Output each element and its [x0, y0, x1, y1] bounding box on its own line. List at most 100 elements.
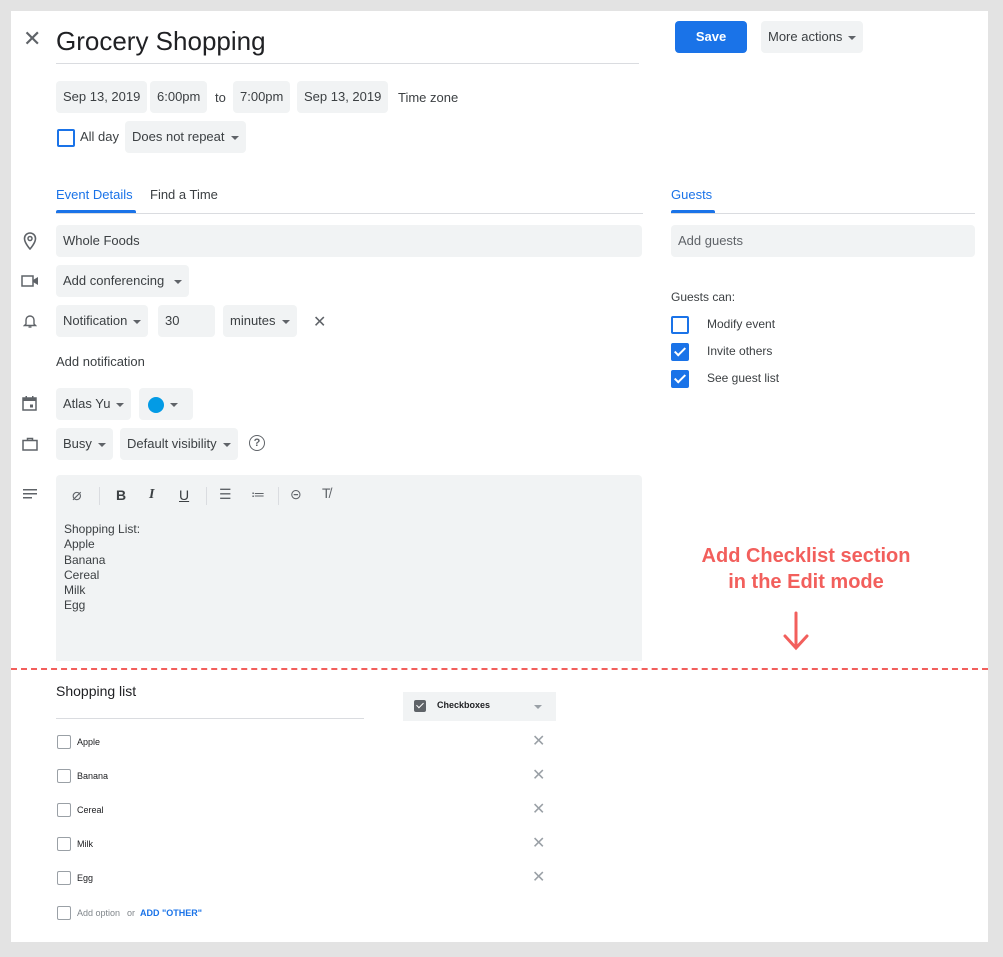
underline-icon[interactable]: U — [179, 487, 189, 503]
checklist-item-checkbox[interactable] — [57, 837, 71, 851]
notification-amount-input[interactable]: 30 — [158, 305, 215, 337]
color-swatch — [148, 396, 164, 413]
chevron-down-icon — [170, 402, 178, 407]
add-guests-input[interactable]: Add guests — [671, 225, 975, 257]
chevron-down-icon — [222, 442, 231, 447]
see-guest-list-checkbox[interactable] — [671, 370, 689, 388]
checklist-item-label[interactable]: Milk — [77, 839, 93, 849]
chevron-down-icon — [133, 319, 142, 324]
availability-dropdown[interactable]: Busy — [56, 428, 113, 460]
guests-divider — [671, 213, 975, 214]
to-label: to — [215, 90, 226, 105]
tab-find-a-time[interactable]: Find a Time — [150, 187, 218, 202]
location-pin-icon — [23, 232, 37, 250]
end-time-button[interactable]: 7:00pm — [233, 81, 291, 113]
save-label: Save — [695, 29, 727, 44]
invite-others-checkbox[interactable] — [671, 343, 689, 361]
checklist-item-label[interactable]: Egg — [77, 873, 93, 883]
end-date-button[interactable]: Sep 13, 2019 — [297, 81, 389, 113]
bold-icon[interactable]: B — [116, 487, 126, 503]
question-type-dropdown[interactable]: Checkboxes — [403, 692, 556, 721]
checklist-item-checkbox[interactable] — [57, 735, 71, 749]
checklist-item-label[interactable]: Banana — [77, 771, 108, 781]
attachment-icon[interactable]: ⌀ — [72, 485, 82, 505]
checklist-item-label[interactable]: Apple — [77, 737, 100, 747]
tab-guests[interactable]: Guests — [671, 187, 712, 202]
chevron-down-icon — [534, 705, 542, 709]
toolbar-divider — [206, 487, 207, 505]
italic-icon[interactable]: I — [149, 487, 154, 503]
toolbar-divider — [278, 487, 279, 505]
remove-notification-icon[interactable]: ✕ — [313, 312, 326, 332]
tab-event-details[interactable]: Event Details — [56, 187, 133, 202]
all-day-checkbox[interactable] — [57, 129, 75, 147]
chevron-down-icon — [848, 35, 857, 40]
description-lines-icon — [23, 489, 37, 499]
repeat-value: Does not repeat — [132, 129, 225, 144]
checklist-item-checkbox[interactable] — [57, 769, 71, 783]
help-icon[interactable]: ? — [249, 435, 265, 451]
remove-item-icon[interactable]: ✕ — [532, 870, 545, 886]
annotation-line-2: in the Edit mode — [728, 571, 884, 593]
remove-item-icon[interactable]: ✕ — [532, 802, 545, 818]
modify-event-label: Modify event — [707, 317, 776, 331]
chevron-down-icon — [116, 402, 125, 407]
more-actions-button[interactable]: More actions — [761, 21, 864, 53]
clear-formatting-icon[interactable]: T̸ — [322, 485, 331, 501]
notification-unit-value: minutes — [230, 313, 276, 328]
start-date-button[interactable]: Sep 13, 2019 — [56, 81, 148, 113]
description-line: Apple — [64, 537, 95, 552]
chevron-down-icon — [230, 135, 239, 140]
see-guest-list-label: See guest list — [707, 371, 780, 385]
checklist-item-label[interactable]: Cereal — [77, 805, 104, 815]
close-icon[interactable]: ✕ — [23, 27, 41, 51]
more-actions-label: More actions — [768, 29, 843, 44]
repeat-dropdown[interactable]: Does not repeat — [125, 121, 246, 153]
notification-unit-dropdown[interactable]: minutes — [223, 305, 297, 337]
calendar-owner-value: Atlas Yu — [63, 396, 111, 411]
or-label: or — [127, 908, 136, 918]
remove-item-icon[interactable]: ✕ — [532, 734, 545, 750]
modify-event-checkbox[interactable] — [671, 316, 689, 334]
checkbox-checked-icon — [414, 700, 426, 712]
calendar-icon — [22, 396, 37, 411]
question-type-label: Checkboxes — [437, 700, 491, 710]
description-line: Shopping List: — [64, 522, 141, 536]
chevron-down-icon — [174, 279, 183, 284]
add-conferencing-dropdown[interactable]: Add conferencing — [56, 265, 190, 297]
event-title-input[interactable]: Grocery Shopping — [56, 23, 639, 64]
bulleted-list-icon[interactable]: ≔ — [251, 486, 265, 503]
start-time-button[interactable]: 6:00pm — [150, 81, 208, 113]
checklist-item-checkbox[interactable] — [57, 871, 71, 885]
calendar-color-dropdown[interactable] — [139, 388, 193, 420]
checklist-title-underline — [56, 718, 364, 719]
link-icon[interactable]: ⊝ — [290, 486, 302, 503]
all-day-label: All day — [80, 129, 120, 144]
notification-type-dropdown[interactable]: Notification — [56, 305, 149, 337]
notification-type-value: Notification — [63, 313, 128, 328]
checklist-title[interactable]: Shopping list — [56, 683, 136, 699]
location-input[interactable]: Whole Foods — [56, 225, 642, 257]
bell-icon — [23, 315, 37, 328]
add-notification-link[interactable]: Add notification — [56, 354, 145, 369]
calendar-owner-dropdown[interactable]: Atlas Yu — [56, 388, 132, 420]
checklist-item-checkbox[interactable] — [57, 803, 71, 817]
tabs-divider — [56, 213, 643, 214]
dashed-separator — [11, 668, 988, 670]
toolbar-divider — [99, 487, 100, 505]
add-other-link[interactable]: ADD "OTHER" — [140, 908, 202, 918]
video-camera-icon — [21, 275, 38, 287]
remove-item-icon[interactable]: ✕ — [532, 768, 545, 784]
numbered-list-icon[interactable]: ☰ — [219, 486, 232, 503]
visibility-dropdown[interactable]: Default visibility — [120, 428, 238, 460]
save-button[interactable]: Save — [675, 21, 747, 53]
remove-item-icon[interactable]: ✕ — [532, 836, 545, 852]
add-option-link[interactable]: Add option — [77, 908, 120, 918]
timezone-button[interactable]: Time zone — [398, 90, 458, 105]
chevron-down-icon — [97, 442, 106, 447]
annotation-text: Add Checklist section in the Edit mode — [671, 543, 941, 595]
event-edit-page: ✕ Grocery Shopping Save More actions Sep… — [11, 11, 988, 942]
description-editor[interactable]: ⌀ B I U ☰ ≔ ⊝ T̸ Shopping List: Apple Bana… — [56, 475, 642, 661]
description-line: Banana — [64, 552, 106, 567]
invite-others-label: Invite others — [707, 344, 773, 358]
